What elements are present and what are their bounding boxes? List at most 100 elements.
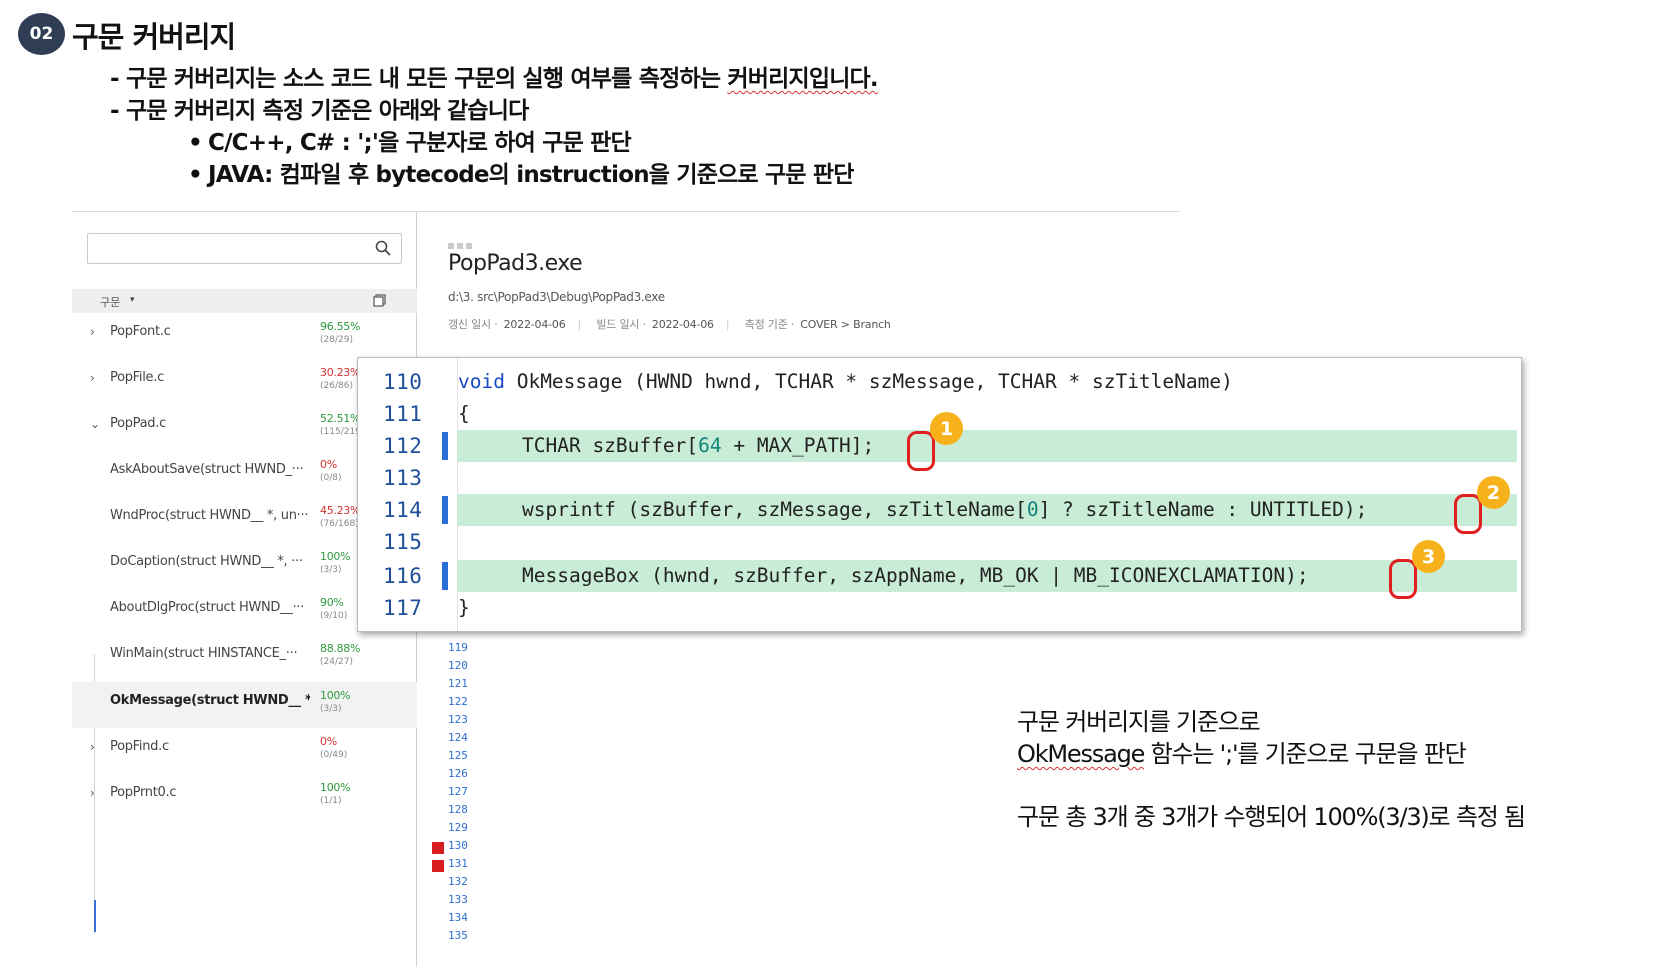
coverage-percent: 100% [320, 689, 351, 702]
description-bullets: - 구문 커버리지는 소스 코드 내 모든 구문의 실행 여부를 측정하는 커버… [110, 63, 879, 191]
item-name: PopFind.c [110, 739, 169, 754]
list-header: 구문 ▾ [72, 289, 417, 313]
source-line-number: 119 [448, 641, 468, 654]
explanation-line-3: 구문 총 3개 중 3개가 수행되어 100%(3/3)로 측정 됨 [1017, 803, 1526, 831]
executed-marker [442, 562, 448, 590]
uncovered-marker [432, 842, 444, 854]
code-rest: OkMessage (HWND hwnd, TCHAR * szMessage,… [504, 370, 1233, 393]
build-date: 2022-04-06 [651, 318, 714, 331]
build-date-label: 빌드 일시 · [596, 318, 646, 331]
code-text: void OkMessage (HWND hwnd, TCHAR * szMes… [458, 370, 1233, 393]
executed-marker [442, 496, 448, 524]
item-name: DoCaption(struct HWND__ *, ··· [110, 554, 303, 569]
line-number: 115 [383, 530, 423, 554]
bullet-dot: • [188, 130, 203, 156]
code-line-110: 110 void OkMessage (HWND hwnd, TCHAR * s… [358, 366, 1521, 398]
line-number: 112 [383, 434, 423, 458]
source-line-number: 123 [448, 713, 468, 726]
item-name: PopFile.c [110, 370, 164, 385]
sub-bullet-c: • C/C++, C# : ';'을 구분자로 하여 구문 판단 [110, 127, 878, 159]
item-name: AskAboutSave(struct HWND_··· [110, 462, 304, 477]
coverage-fraction: (0/49) [320, 750, 348, 760]
bullet-1: - 구문 커버리지는 소스 코드 내 모든 구문의 실행 여부를 측정하는 커버… [110, 63, 879, 95]
statement-semicolon: ; [1355, 498, 1368, 521]
file-item[interactable]: › PopFont.c 96.55% (28/29) [72, 313, 417, 359]
step-badge-3: 3 [1412, 540, 1445, 573]
bullet-2: - 구문 커버리지 측정 기준은 아래와 같습니다 [110, 98, 529, 124]
coverage-percent: 88.88% [320, 642, 361, 655]
chevron-right-icon[interactable]: › [90, 325, 100, 339]
bullet-dot: • [188, 162, 203, 188]
source-line-number: 121 [448, 677, 468, 690]
criteria-value: COVER > Branch [800, 318, 891, 331]
source-line-number: 125 [448, 749, 468, 762]
code-line-113: 113 [358, 462, 1521, 494]
step-badge-1: 1 [930, 412, 963, 445]
column-dropdown-label[interactable]: 구문 [100, 294, 120, 310]
executed-marker [442, 432, 448, 460]
coverage-fraction: (24/27) [320, 657, 353, 667]
code-line-117: 117 } [358, 592, 1521, 624]
coverage-fraction: (1/1) [320, 796, 342, 806]
code-text: TCHAR szBuffer[64 + MAX_PATH]; [522, 434, 875, 457]
item-name: PopFont.c [110, 324, 171, 339]
search-input[interactable] [87, 233, 402, 264]
source-line-number: 132 [448, 875, 468, 888]
copy-icon[interactable] [372, 293, 387, 308]
item-name: PopPrnt0.c [110, 785, 177, 800]
source-line-number: 134 [448, 911, 468, 924]
chevron-down-icon[interactable]: ▾ [130, 295, 135, 305]
source-line-number: 122 [448, 695, 468, 708]
source-line-number: 130 [432, 839, 468, 857]
bullet-1-spellcheck-word: 커버리지입니다. [727, 66, 878, 92]
sub-bullet-c-text: C/C++, C# : ';'을 구분자로 하여 구문 판단 [208, 130, 632, 156]
source-line-number: 126 [448, 767, 468, 780]
item-name: WinMain(struct HINSTANCE_··· [110, 646, 298, 661]
function-item[interactable]: OkMessage(struct HWND__ *, ··· 100% (3/3) [72, 682, 417, 728]
chevron-down-icon[interactable]: ⌄ [90, 417, 100, 431]
coverage-percent: 100% [320, 781, 351, 794]
file-item[interactable]: › PopPrnt0.c 100% (1/1) [72, 774, 417, 820]
build-meta: 갱신 일시 · 2022-04-06 | 빌드 일시 · 2022-04-06 | 측정… [448, 318, 891, 331]
chevron-right-icon[interactable]: › [90, 371, 100, 385]
item-name: WndProc(struct HWND__ *, un··· [110, 508, 309, 523]
semicolon-highlight-3 [1389, 559, 1417, 599]
statement-semicolon: ; [862, 434, 875, 457]
source-line-number: 124 [448, 731, 468, 744]
chevron-right-icon[interactable]: › [90, 740, 100, 754]
semicolon-highlight-2 [1454, 494, 1482, 534]
bullet-1-text: - 구문 커버리지는 소스 코드 내 모든 구문의 실행 여부를 측정하는 [110, 66, 728, 92]
file-item[interactable]: › PopFind.c 0% (0/49) [72, 728, 417, 774]
line-number: 110 [383, 370, 423, 394]
explanation-line-2: OkMessage 함수는 ';'를 기준으로 구문을 판단 [1017, 738, 1525, 770]
item-name: PopPad.c [110, 416, 166, 431]
statement-semicolon: ; [1296, 564, 1309, 587]
explanation-line-2-rest: 함수는 ';'를 기준으로 구문을 판단 [1144, 740, 1467, 768]
item-name: OkMessage(struct HWND__ *, ··· [110, 693, 310, 708]
code-line-115: 115 [358, 526, 1521, 558]
source-line-number: 129 [448, 821, 468, 834]
code-line-116: 116 MessageBox (hwnd, szBuffer, szAppNam… [358, 560, 1521, 592]
coverage-fraction: (3/3) [320, 704, 342, 714]
uncovered-marker [432, 860, 444, 872]
code-text: } [458, 596, 470, 619]
semicolon-highlight-1 [907, 431, 935, 471]
search-icon[interactable] [375, 240, 391, 256]
breadcrumb-placeholder [448, 234, 478, 249]
line-number-text: 131 [448, 857, 468, 870]
code-text: wsprintf (szBuffer, szMessage, szTitleNa… [522, 498, 1368, 521]
chevron-right-icon[interactable]: › [90, 786, 100, 800]
section-title: 구문 커버리지 [72, 20, 236, 54]
coverage-percent: 96.55% [320, 320, 361, 333]
source-line-number: 128 [448, 803, 468, 816]
line-number: 114 [383, 498, 423, 522]
update-date-label: 갱신 일시 · [448, 318, 498, 331]
section-number-badge: 02 [18, 13, 65, 55]
selected-indicator [94, 900, 96, 932]
criteria-label: 측정 기준 · [744, 318, 795, 331]
line-number: 117 [383, 596, 423, 620]
sub-bullet-java-text: JAVA: 컴파일 후 bytecode의 instruction을 기준으로 … [208, 162, 854, 188]
item-name: AboutDlgProc(struct HWND__··· [110, 600, 305, 615]
function-item[interactable]: WinMain(struct HINSTANCE_··· 88.88% (24/27… [72, 635, 417, 681]
code-line-114: 114 wsprintf (szBuffer, szMessage, szTit… [358, 494, 1521, 526]
